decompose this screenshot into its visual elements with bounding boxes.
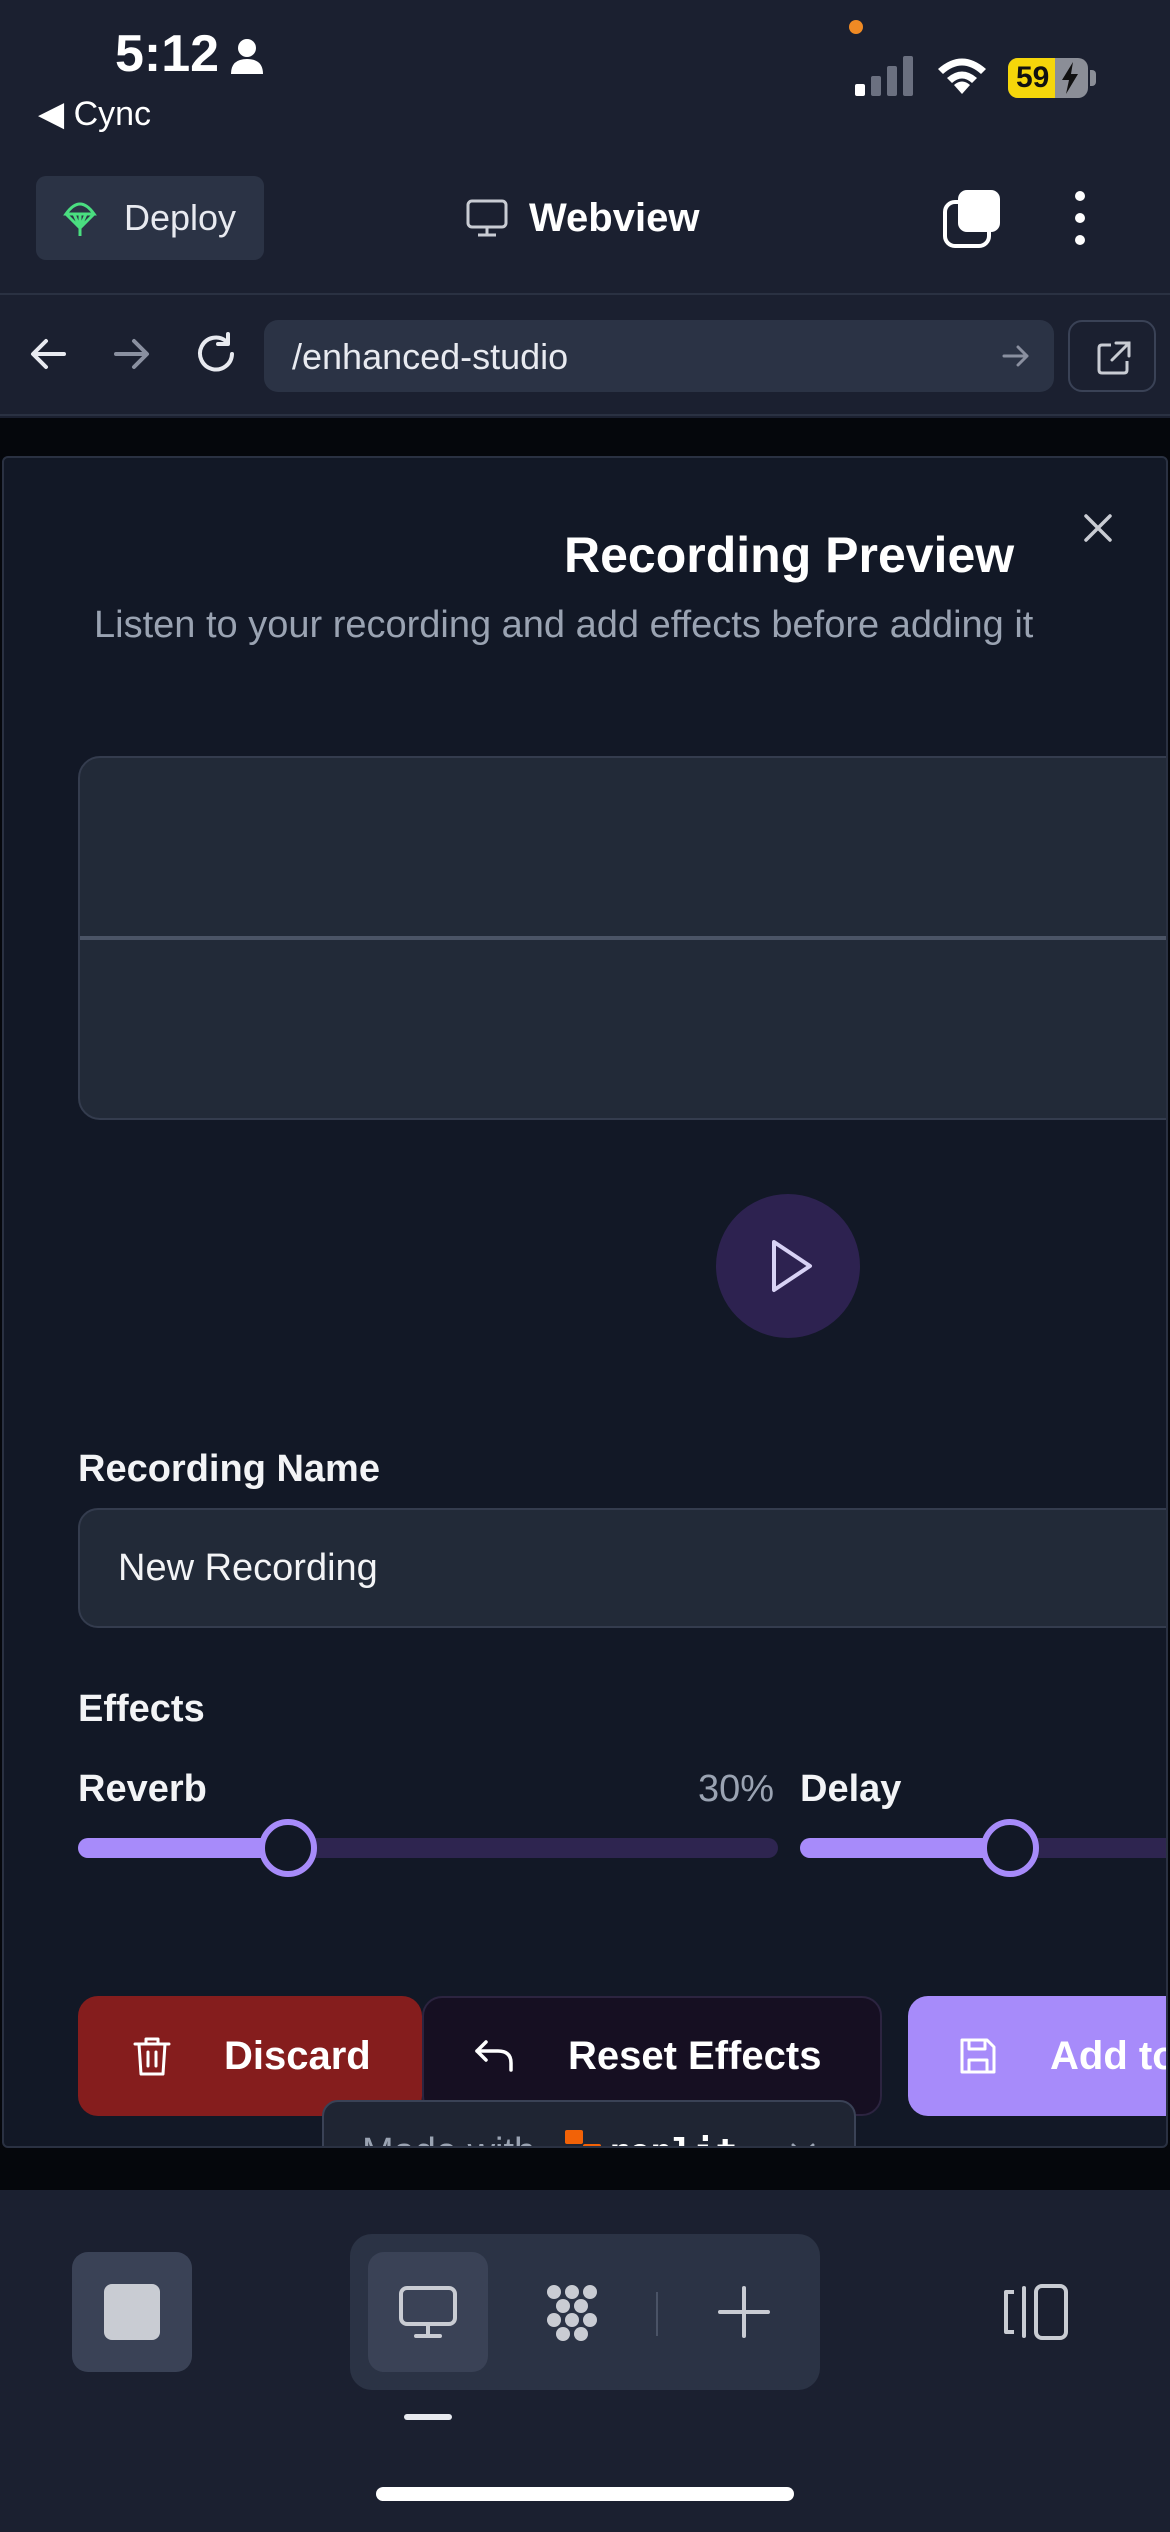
delay-label: Delay: [800, 1768, 902, 1810]
webview-view-button[interactable]: [368, 2252, 488, 2372]
webview-tab-title: Webview: [465, 190, 699, 246]
back-arrow-icon[interactable]: [24, 330, 72, 378]
deploy-button[interactable]: Deploy: [36, 176, 264, 260]
charging-bolt-icon: [1062, 62, 1078, 94]
reverb-slider-fill: [78, 1838, 288, 1858]
made-with-replit-badge[interactable]: Made with replit: [322, 2100, 856, 2148]
waveform-baseline: [80, 936, 1166, 940]
app-header: Deploy Webview: [0, 160, 1170, 295]
trash-icon: [133, 2037, 171, 2076]
person-icon: [231, 39, 263, 74]
agent-icon: [547, 2285, 597, 2341]
battery-icon: 59: [1008, 58, 1088, 98]
cellular-signal-icon: [855, 56, 913, 96]
go-arrow-icon[interactable]: [1000, 340, 1032, 372]
bottom-toolbar: [0, 2190, 1170, 2532]
play-icon: [772, 1240, 812, 1292]
close-icon[interactable]: [1078, 508, 1118, 548]
reverb-slider-track[interactable]: [78, 1838, 778, 1858]
monitor-icon: [466, 199, 508, 237]
external-link-icon: [1097, 341, 1131, 375]
recording-preview-dialog: Recording Preview Listen to your recordi…: [2, 456, 1168, 2148]
agent-view-button[interactable]: [512, 2252, 632, 2372]
replit-brand-text: replit: [607, 2132, 737, 2147]
reverb-label: Reverb: [78, 1768, 207, 1810]
delay-slider-fill: [800, 1838, 1010, 1858]
made-with-text: Made with: [362, 2131, 535, 2147]
recording-name-input[interactable]: New Recording: [78, 1508, 1166, 1628]
home-indicator: [376, 2487, 794, 2501]
waveform-display[interactable]: [78, 756, 1166, 1120]
monitor-icon: [399, 2286, 457, 2338]
webview-content: Recording Preview Listen to your recordi…: [0, 418, 1170, 2190]
reverb-value: 30%: [697, 1768, 774, 1810]
undo-icon: [475, 2040, 513, 2072]
wifi-icon: [938, 58, 986, 94]
status-bar: 5:12 ◀ Cync 59: [0, 0, 1170, 160]
segment-divider: [656, 2292, 658, 2336]
open-external-button[interactable]: [1068, 320, 1156, 392]
discard-button[interactable]: Discard: [78, 1996, 422, 2116]
more-menu-icon[interactable]: [1060, 188, 1100, 248]
active-tab-indicator: [404, 2414, 452, 2420]
stop-icon: [104, 2284, 160, 2340]
forward-arrow-icon[interactable]: [108, 330, 156, 378]
battery-level: 59: [1016, 61, 1050, 94]
privacy-indicator-dot: [849, 20, 863, 34]
url-input[interactable]: /enhanced-studio: [264, 320, 1054, 392]
tabs-icon[interactable]: [942, 188, 1004, 250]
save-icon: [960, 2038, 996, 2074]
badge-close-icon[interactable]: [790, 2142, 816, 2148]
reset-effects-button[interactable]: Reset Effects: [422, 1996, 882, 2116]
stop-button[interactable]: [72, 2252, 192, 2372]
replit-logo-icon: [565, 2130, 602, 2146]
dialog-description: Listen to your recording and add effects…: [94, 604, 1034, 646]
reset-effects-label: Reset Effects: [568, 2033, 822, 2078]
new-tab-button[interactable]: [684, 2252, 804, 2372]
effects-heading: Effects: [78, 1688, 205, 1730]
discard-label: Discard: [224, 2033, 371, 2078]
add-to-label: Add to: [1050, 2033, 1168, 2078]
battery-tip: [1090, 70, 1096, 86]
recording-name-label: Recording Name: [78, 1448, 380, 1490]
status-time: 5:12: [115, 25, 220, 83]
layout-panels-icon[interactable]: [1000, 2280, 1072, 2344]
delay-slider-thumb[interactable]: [981, 1819, 1039, 1877]
url-bar: /enhanced-studio: [0, 296, 1170, 416]
plus-icon: [718, 2286, 770, 2338]
deploy-label: Deploy: [124, 197, 237, 238]
reverb-slider-thumb[interactable]: [259, 1819, 317, 1877]
page-title: Webview: [529, 195, 700, 240]
deploy-icon: [63, 202, 97, 236]
url-path: /enhanced-studio: [292, 336, 569, 377]
dialog-title: Recording Preview: [564, 527, 1015, 583]
back-to-app-link[interactable]: ◀ Cync: [38, 94, 151, 134]
view-switcher: [350, 2234, 820, 2390]
add-to-button[interactable]: Add to: [908, 1996, 1168, 2116]
reload-icon[interactable]: [192, 330, 240, 378]
play-button[interactable]: [716, 1194, 860, 1338]
